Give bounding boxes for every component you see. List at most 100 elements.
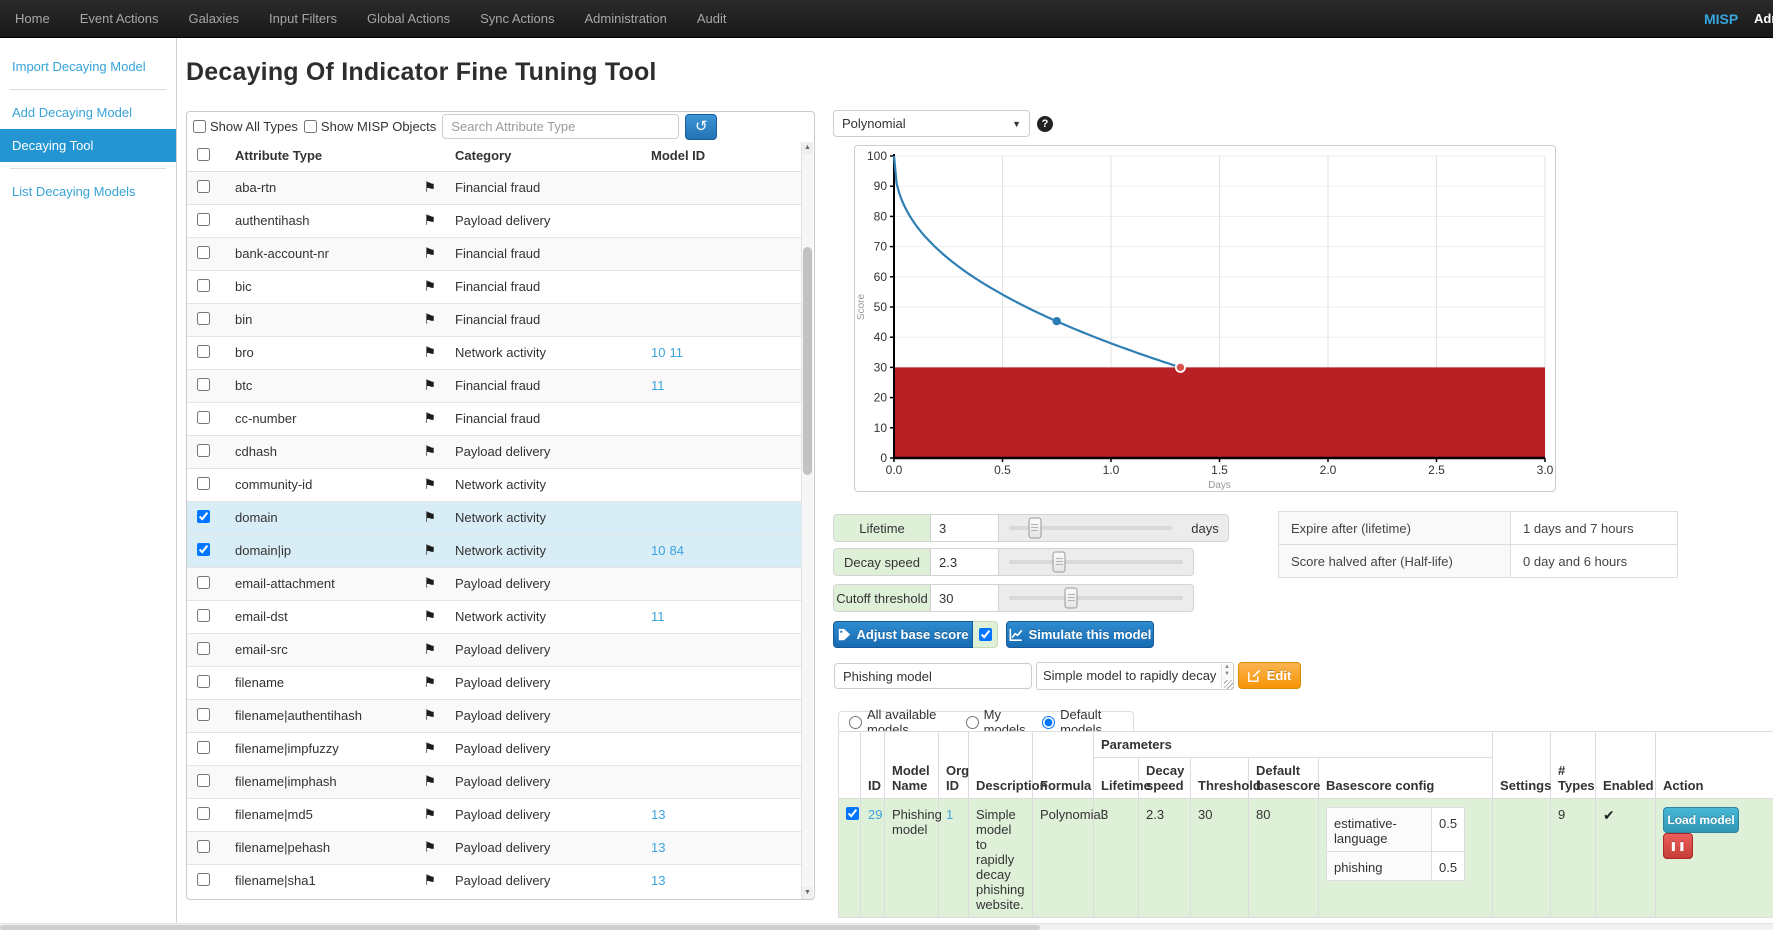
model-id-link[interactable]: 11 bbox=[669, 345, 683, 360]
edit-model-button[interactable]: Edit bbox=[1238, 662, 1301, 689]
model-id-link[interactable]: 10 bbox=[651, 345, 665, 360]
attribute-row-checkbox[interactable] bbox=[197, 378, 210, 391]
attribute-row-checkbox[interactable] bbox=[197, 807, 210, 820]
attribute-row-checkbox[interactable] bbox=[197, 708, 210, 721]
sidebar-item-import-decaying-model[interactable]: Import Decaying Model bbox=[0, 50, 176, 83]
model-row-checkbox[interactable] bbox=[846, 807, 859, 820]
attribute-row-checkbox[interactable] bbox=[197, 279, 210, 292]
lifetime-slider-handle[interactable] bbox=[1028, 518, 1041, 539]
decay-speed-slider-handle[interactable] bbox=[1053, 552, 1066, 573]
adjust-base-score-checkbox[interactable] bbox=[979, 628, 992, 641]
disable-model-button[interactable]: ❚❚ bbox=[1663, 833, 1693, 859]
adjust-base-score-button[interactable]: Adjust base score bbox=[833, 621, 973, 648]
attribute-row-checkbox[interactable] bbox=[197, 642, 210, 655]
show-all-types-toggle[interactable]: Show All Types bbox=[193, 119, 298, 134]
horizontal-scrollbar[interactable] bbox=[0, 923, 1773, 930]
attribute-row-checkbox[interactable] bbox=[197, 543, 210, 556]
model-id-link[interactable]: 13 bbox=[651, 807, 665, 822]
attribute-row-checkbox[interactable] bbox=[197, 840, 210, 853]
attribute-row-checkbox[interactable] bbox=[197, 510, 210, 523]
attribute-row-checkbox[interactable] bbox=[197, 213, 210, 226]
nav-global-actions[interactable]: Global Actions bbox=[352, 0, 465, 38]
attribute-row-checkbox[interactable] bbox=[197, 741, 210, 754]
model-id-link[interactable]: 84 bbox=[669, 543, 683, 558]
nav-audit[interactable]: Audit bbox=[682, 0, 742, 38]
select-all-checkbox[interactable] bbox=[197, 148, 210, 161]
radio-input[interactable] bbox=[1042, 716, 1055, 729]
show-all-types-checkbox[interactable] bbox=[193, 120, 206, 133]
model-name-input[interactable] bbox=[834, 663, 1032, 689]
nav-input-filters[interactable]: Input Filters bbox=[254, 0, 352, 38]
reset-search-button[interactable]: ↺ bbox=[685, 114, 717, 140]
resize-grip-icon[interactable] bbox=[1224, 680, 1233, 689]
sidebar-item-add-decaying-model[interactable]: Add Decaying Model bbox=[0, 96, 176, 129]
attribute-row-checkbox[interactable] bbox=[197, 444, 210, 457]
nav-event-actions[interactable]: Event Actions bbox=[65, 0, 174, 38]
svg-text:1.5: 1.5 bbox=[1211, 463, 1228, 477]
cutoff-threshold-value-input[interactable]: 30 bbox=[931, 585, 999, 611]
lifetime-value-input[interactable]: 3 bbox=[931, 515, 999, 541]
scroll-up-arrow[interactable]: ▲ bbox=[802, 142, 813, 154]
model-row: 29 Phishing model 1 Simple model to rapi… bbox=[839, 799, 1773, 918]
nav-administration[interactable]: Administration bbox=[570, 0, 682, 38]
attribute-row-checkbox[interactable] bbox=[197, 246, 210, 259]
slider-track[interactable] bbox=[1009, 560, 1183, 564]
lifetime-label: Lifetime bbox=[834, 515, 931, 541]
scroll-down-arrow[interactable]: ▼ bbox=[802, 887, 813, 899]
attribute-row-checkbox[interactable] bbox=[197, 411, 210, 424]
attribute-row-checkbox[interactable] bbox=[197, 345, 210, 358]
horizontal-scrollbar-thumb[interactable] bbox=[0, 925, 1040, 930]
decay-speed-value-input[interactable]: 2.3 bbox=[931, 549, 999, 575]
slider-track[interactable] bbox=[1009, 596, 1183, 600]
attribute-type-label: email-attachment bbox=[235, 576, 335, 591]
curve-point-marker[interactable] bbox=[1053, 317, 1061, 325]
model-id-link[interactable]: 11 bbox=[651, 378, 665, 393]
nav-sync-actions[interactable]: Sync Actions bbox=[465, 0, 569, 38]
show-misp-objects-checkbox[interactable] bbox=[304, 120, 317, 133]
nav-home[interactable]: Home bbox=[0, 0, 65, 38]
attribute-type-label: authentihash bbox=[235, 213, 309, 228]
radio-input[interactable] bbox=[849, 716, 862, 729]
svg-text:2.5: 2.5 bbox=[1428, 463, 1445, 477]
attribute-row-checkbox[interactable] bbox=[197, 873, 210, 886]
attribute-row-checkbox[interactable] bbox=[197, 576, 210, 589]
simulate-model-button[interactable]: Simulate this model bbox=[1006, 621, 1154, 648]
nav-galaxies[interactable]: Galaxies bbox=[173, 0, 254, 38]
model-description-textarea[interactable]: Simple model to rapidly decay ▲▼ bbox=[1036, 662, 1234, 690]
help-icon[interactable]: ? bbox=[1037, 116, 1053, 132]
decay-chart[interactable]: 01020304050607080901000.00.51.01.52.02.5… bbox=[854, 145, 1556, 492]
model-id-link[interactable]: 11 bbox=[651, 609, 665, 624]
sidebar-item-list-decaying-models[interactable]: List Decaying Models bbox=[0, 175, 176, 208]
attribute-category: Financial fraud bbox=[445, 303, 641, 336]
attribute-row-checkbox[interactable] bbox=[197, 609, 210, 622]
decay-speed-slider[interactable] bbox=[999, 549, 1193, 575]
flag-icon: ⚑ bbox=[423, 277, 436, 294]
radio-input[interactable] bbox=[966, 716, 979, 729]
flag-icon: ⚑ bbox=[423, 706, 436, 723]
lifetime-slider[interactable] bbox=[999, 515, 1182, 541]
scrollbar-thumb[interactable] bbox=[803, 247, 812, 475]
attribute-row-checkbox[interactable] bbox=[197, 312, 210, 325]
sidebar-item-decaying-tool[interactable]: Decaying Tool bbox=[0, 129, 176, 162]
cutoff-threshold-slider[interactable] bbox=[999, 585, 1193, 611]
attribute-row-checkbox[interactable] bbox=[197, 477, 210, 490]
model-id-link[interactable]: 13 bbox=[651, 873, 665, 888]
attribute-row-checkbox[interactable] bbox=[197, 180, 210, 193]
show-misp-objects-toggle[interactable]: Show MISP Objects bbox=[304, 119, 436, 134]
formula-select[interactable]: Polynomial ▼ bbox=[833, 110, 1030, 137]
model-id-link[interactable]: 29 bbox=[868, 807, 882, 822]
model-id-link[interactable]: 13 bbox=[651, 840, 665, 855]
model-org-link[interactable]: 1 bbox=[946, 807, 953, 822]
model-id-link[interactable]: 10 bbox=[651, 543, 665, 558]
cutoff-threshold-slider-handle[interactable] bbox=[1065, 588, 1078, 609]
load-model-button[interactable]: Load model bbox=[1663, 807, 1739, 833]
attribute-row-checkbox[interactable] bbox=[197, 675, 210, 688]
attribute-row-checkbox[interactable] bbox=[197, 774, 210, 787]
attribute-category: Payload delivery bbox=[445, 567, 641, 600]
attribute-table-scrollbar[interactable]: ▲ ▼ bbox=[801, 142, 813, 899]
cutoff-point-marker[interactable] bbox=[1176, 363, 1185, 372]
search-attribute-input[interactable] bbox=[442, 114, 679, 139]
misp-brand-link[interactable]: MISP bbox=[1704, 11, 1738, 27]
navbar-user-link[interactable]: Admin bbox=[1754, 11, 1773, 26]
flag-icon: ⚑ bbox=[423, 178, 436, 195]
